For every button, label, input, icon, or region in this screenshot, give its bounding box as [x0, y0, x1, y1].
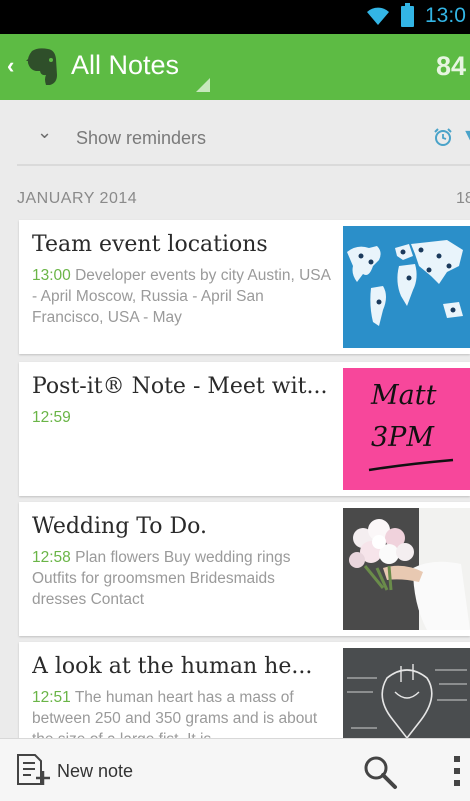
app-bar: ‹ All Notes 84 — [0, 34, 470, 100]
sticky-note-thumbnail: Matt 3PM — [343, 368, 470, 490]
note-title: Post-it® Note - Meet wit... — [32, 374, 328, 399]
note-snippet: 12:59 — [32, 407, 332, 428]
show-reminders-row[interactable]: ⌄ Show reminders ▼ — [0, 112, 470, 164]
note-count: 84 — [436, 51, 467, 81]
divider — [17, 164, 470, 166]
search-icon[interactable] — [362, 754, 398, 790]
bottom-bar: New note — [0, 738, 470, 801]
more-reminders-icon: ▼ — [462, 127, 470, 144]
note-title: Team event locations — [32, 232, 268, 257]
world-map-thumbnail — [343, 226, 470, 348]
new-note-label[interactable]: New note — [57, 761, 133, 782]
note-title: A look at the human he... — [32, 654, 313, 679]
wifi-icon — [367, 7, 389, 25]
note-card[interactable]: Wedding To Do. 12:58 Plan flowers Buy we… — [19, 502, 470, 636]
wedding-bouquet-thumbnail — [343, 508, 470, 630]
status-time: 13:0 — [425, 4, 466, 27]
note-title: Wedding To Do. — [32, 514, 207, 539]
note-snippet-text: Developer events by city Austin, USA - A… — [32, 267, 331, 326]
dropdown-indicator-icon — [196, 78, 210, 92]
note-time: 12:59 — [32, 409, 71, 426]
back-chevron-icon[interactable]: ‹ — [7, 53, 14, 79]
show-reminders-label: Show reminders — [76, 128, 207, 148]
section-header: JANUARY 2014 — [17, 190, 138, 207]
note-snippet: 13:00 Developer events by city Austin, U… — [32, 265, 332, 328]
note-snippet-text: Plan flowers Buy wedding rings Outfits f… — [32, 549, 291, 608]
evernote-logo-icon[interactable] — [22, 45, 62, 89]
chevron-down-icon: ⌄ — [37, 122, 53, 142]
new-note-icon[interactable] — [15, 753, 51, 787]
section-count: 18 — [456, 190, 470, 207]
sticky-text-line-1: Matt — [371, 380, 437, 411]
overflow-menu-icon[interactable] — [452, 753, 462, 789]
note-time: 13:00 — [32, 267, 71, 284]
note-time: 12:51 — [32, 689, 71, 706]
status-bar: 13:0 — [0, 0, 470, 34]
note-card[interactable]: Post-it® Note - Meet wit... 12:59 Matt 3… — [19, 362, 470, 496]
alarm-clock-icon[interactable] — [433, 127, 453, 147]
battery-icon — [401, 3, 414, 27]
note-card[interactable]: Team event locations 13:00 Developer eve… — [19, 220, 470, 354]
sticky-text-line-2: 3PM — [371, 422, 434, 453]
note-snippet: 12:58 Plan flowers Buy wedding rings Out… — [32, 547, 332, 610]
note-time: 12:58 — [32, 549, 71, 566]
page-title[interactable]: All Notes — [71, 50, 179, 81]
